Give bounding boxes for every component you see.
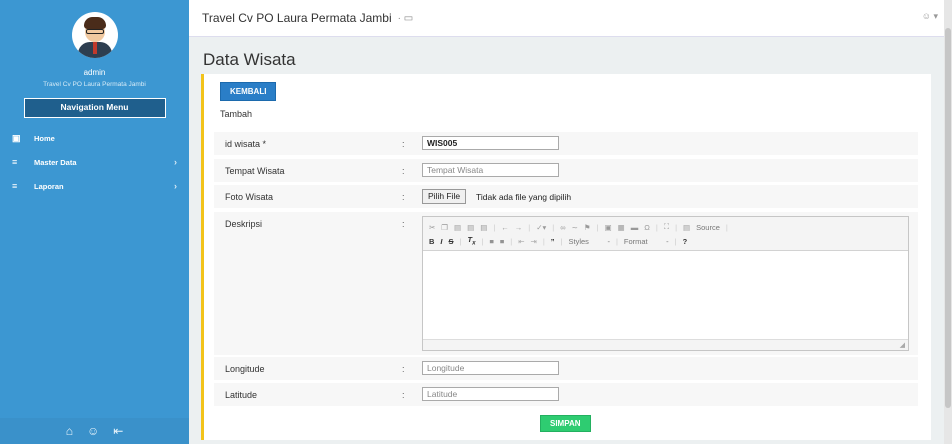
rich-text-editor[interactable]: ✂ ❐ ▤ ▤ ▤ | ← → | ✓▾ | ∞ ∼ ⚑ | ▣ ▦ ▬ Ω |… — [422, 216, 909, 351]
page-scrollbar[interactable] — [944, 0, 952, 444]
anchor-icon[interactable]: ⚑ — [584, 223, 591, 232]
remove-format-icon[interactable]: Tx — [467, 235, 475, 247]
id-wisata-input[interactable] — [422, 136, 559, 150]
editor-statusbar: ◢ — [423, 339, 908, 350]
list-icon: ≡ — [12, 181, 18, 191]
app-title: Travel Cv PO Laura Permata Jambi — [202, 11, 392, 25]
sidebar-item-label: Home — [34, 133, 55, 143]
sidebar: admin Travel Cv PO Laura Permata Jambi N… — [0, 0, 189, 444]
user-menu-icon[interactable]: ☺ ▾ — [922, 11, 938, 22]
unlink-icon[interactable]: ∼ — [572, 223, 578, 232]
logout-icon[interactable]: ⇤ — [113, 424, 123, 438]
bold-icon[interactable]: B — [429, 237, 434, 246]
outdent-icon[interactable]: ⇤ — [518, 237, 524, 246]
profile: admin Travel Cv PO Laura Permata Jambi — [0, 0, 189, 88]
chevron-right-icon: › — [174, 181, 177, 191]
paste-icon[interactable]: ▤ — [454, 223, 461, 232]
link-icon[interactable]: ∞ — [560, 223, 565, 232]
form-row-id: id wisata * : — [214, 132, 918, 155]
italic-icon[interactable]: I — [440, 237, 442, 246]
monitor-icon: · ▭ — [397, 12, 414, 24]
help-icon[interactable]: ? — [683, 237, 688, 246]
indent-icon[interactable]: ⇥ — [531, 237, 537, 246]
form-row-latitude: Latitude : — [214, 383, 918, 406]
format-dropdown[interactable]: Format — [624, 237, 648, 246]
chevron-down-icon[interactable]: - — [654, 237, 669, 246]
home-icon: ▣ — [12, 132, 21, 143]
horizontal-line-icon[interactable]: ▬ — [631, 223, 639, 232]
username: admin — [83, 68, 106, 77]
sidebar-item-home[interactable]: ▣ Home — [0, 126, 189, 150]
source-button[interactable]: Source — [696, 223, 720, 232]
field-label: Longitude — [225, 364, 265, 374]
styles-dropdown[interactable]: Styles — [569, 237, 589, 246]
sidebar-item-laporan[interactable]: ≡ Laporan › — [0, 174, 189, 198]
special-char-icon[interactable]: Ω — [644, 223, 650, 232]
form-row-foto: Foto Wisata : Pilih File Tidak ada file … — [214, 185, 918, 208]
field-label: Tempat Wisata — [225, 166, 285, 176]
cut-icon[interactable]: ✂ — [429, 223, 435, 232]
undo-icon[interactable]: ← — [501, 223, 509, 232]
field-label: Deskripsi — [225, 219, 263, 229]
field-label: id wisata * — [225, 139, 267, 149]
navigation-menu-button[interactable]: Navigation Menu — [23, 98, 166, 118]
resize-handle-icon[interactable]: ◢ — [900, 341, 905, 349]
image-icon[interactable]: ▣ — [605, 223, 612, 232]
copy-icon[interactable]: ❐ — [441, 223, 448, 232]
strike-icon[interactable]: S — [449, 237, 454, 246]
chevron-right-icon: › — [174, 157, 177, 167]
maximize-icon[interactable]: ⛶ — [664, 222, 669, 232]
tempat-wisata-input[interactable] — [422, 163, 559, 177]
home-icon[interactable]: ⌂ — [66, 424, 73, 438]
sidebar-item-label: Master Data — [34, 157, 77, 167]
section-label: Tambah — [220, 109, 253, 119]
choose-file-button[interactable]: Pilih File — [422, 189, 467, 204]
source-icon[interactable]: ▤ — [683, 223, 690, 232]
sidebar-item-label: Laporan — [34, 181, 64, 191]
form-panel: KEMBALI Tambah id wisata * : Tempat Wisa… — [201, 74, 931, 440]
table-icon[interactable]: ▦ — [618, 223, 625, 232]
paste-text-icon[interactable]: ▤ — [467, 223, 474, 232]
sidebar-item-master-data[interactable]: ≡ Master Data › — [0, 150, 189, 174]
paste-word-icon[interactable]: ▤ — [480, 223, 487, 232]
field-label: Latitude — [225, 390, 258, 400]
avatar — [71, 12, 118, 58]
list-icon: ≡ — [12, 157, 18, 167]
file-status-text: Tidak ada file yang dipilih — [476, 192, 572, 202]
editor-toolbar: ✂ ❐ ▤ ▤ ▤ | ← → | ✓▾ | ∞ ∼ ⚑ | ▣ ▦ ▬ Ω |… — [423, 217, 908, 251]
page-title: Data Wisata — [203, 50, 296, 69]
bullet-list-icon[interactable]: ≡ — [500, 237, 504, 246]
form-row-tempat: Tempat Wisata : — [214, 159, 918, 182]
sidebar-footer: ⌂ ☺ ⇤ — [0, 418, 189, 444]
form-row-longitude: Longitude : — [214, 357, 918, 380]
numbered-list-icon[interactable]: ≡ — [490, 237, 494, 246]
topbar: Travel Cv PO Laura Permata Jambi · ▭ ☺ ▾ — [189, 0, 952, 37]
sidebar-subtitle: Travel Cv PO Laura Permata Jambi — [43, 81, 146, 88]
latitude-input[interactable] — [422, 387, 559, 401]
blockquote-icon[interactable]: ” — [551, 237, 555, 246]
spellcheck-icon[interactable]: ✓▾ — [536, 223, 546, 232]
field-label: Foto Wisata — [225, 192, 274, 202]
user-icon[interactable]: ☺ — [87, 424, 99, 438]
longitude-input[interactable] — [422, 361, 559, 375]
redo-icon[interactable]: → — [515, 223, 523, 232]
back-button[interactable]: KEMBALI — [220, 82, 277, 101]
save-button[interactable]: SIMPAN — [540, 415, 591, 432]
form-row-deskripsi: Deskripsi : ✂ ❐ ▤ ▤ ▤ | ← → | ✓▾ | ∞ ∼ ⚑… — [214, 212, 918, 355]
chevron-down-icon[interactable]: - — [595, 237, 610, 246]
